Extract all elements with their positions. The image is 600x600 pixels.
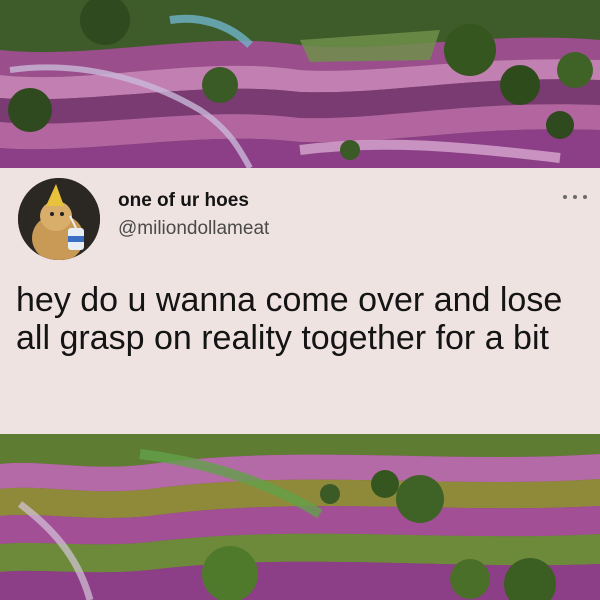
avatar[interactable] [18, 178, 100, 260]
user-handle[interactable]: @miliondollameat [118, 218, 269, 240]
more-options-icon[interactable] [560, 190, 590, 204]
terrace-photo-bottom [0, 434, 600, 600]
display-name[interactable]: one of ur hoes [118, 190, 249, 212]
tweet-text: hey do u wanna come over and lose all gr… [16, 281, 563, 357]
tweet-card: one of ur hoes @miliondollameat hey do u… [0, 168, 600, 434]
terrace-photo-top [0, 0, 600, 168]
